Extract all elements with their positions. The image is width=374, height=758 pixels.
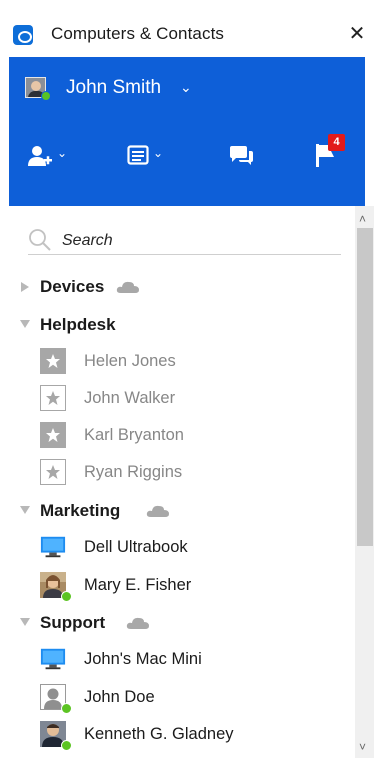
scroll-down-arrow-icon[interactable]: ˅ [359,740,366,754]
group-devices[interactable]: Devices [20,276,220,300]
group-label: Devices [40,277,105,296]
list-item[interactable]: Ryan Riggins [40,459,340,487]
cloud-icon [146,505,169,517]
cloud-icon [126,617,149,629]
collapse-arrow-icon[interactable] [20,618,30,626]
chevron-down-icon: ⌄ [153,146,164,160]
star-filled-icon [40,348,66,374]
scroll-up-arrow-icon[interactable]: ˄ [359,212,366,226]
close-button[interactable]: ✕ [343,18,371,48]
computers-contacts-list: Search Devices Helpdesk Helen Jones John… [9,206,355,758]
item-label: John Doe [84,688,155,706]
star-filled-icon [40,422,66,448]
list-item[interactable]: Mary E. Fisher [40,572,340,602]
group-label: Support [40,613,106,632]
item-label: Karl Bryanton [84,426,184,444]
search-icon [29,229,51,251]
list-view-button[interactable]: ⌄ [121,139,169,169]
chat-button[interactable] [224,139,258,169]
item-label: Mary E. Fisher [84,576,192,594]
item-label: Ryan Riggins [84,463,183,481]
online-status-dot [61,740,72,751]
add-contact-button[interactable]: ⌄ [21,139,77,169]
list-item[interactable]: Kenneth G. Gladney [40,721,340,751]
window-titlebar: Computers & Contacts ✕ [0,0,374,54]
list-item[interactable]: John's Mac Mini [40,646,340,674]
item-label: John's Mac Mini [84,650,202,668]
item-label: Kenneth G. Gladney [84,725,234,743]
online-status-dot [61,591,72,602]
item-label: Helen Jones [84,352,176,370]
computer-monitor-icon [40,536,66,558]
item-label: Dell Ultrabook [84,538,188,556]
chevron-down-icon: ⌄ [57,146,68,160]
scroll-thumb[interactable] [357,228,373,546]
star-outline-icon [40,459,66,485]
list-item[interactable]: Dell Ultrabook [40,534,340,562]
online-status-dot [41,91,51,101]
group-helpdesk[interactable]: Helpdesk [20,314,220,338]
teamviewer-app-icon [13,25,33,45]
group-label: Helpdesk [40,315,116,334]
user-menu-chevron-icon[interactable]: ⌄ [180,79,192,96]
notification-count-badge: 4 [328,134,345,151]
group-label: Marketing [40,501,121,520]
expand-arrow-icon[interactable] [21,282,29,292]
group-support[interactable]: Support [20,612,220,636]
item-label: John Walker [84,389,176,407]
add-contact-icon [28,146,52,166]
cloud-icon [116,281,139,293]
list-item[interactable]: Karl Bryanton [40,422,340,450]
list-item[interactable]: John Doe [40,684,340,714]
search-field[interactable]: Search [28,227,341,255]
computer-monitor-icon [40,648,66,670]
window-title: Computers & Contacts [51,24,225,43]
list-view-icon [127,145,149,165]
list-item[interactable]: John Walker [40,385,340,413]
star-outline-icon [40,385,66,411]
account-header: John Smith ⌄ ⌄ ⌄ [9,57,365,206]
group-marketing[interactable]: Marketing [20,500,220,524]
chat-icon [230,146,253,165]
collapse-arrow-icon[interactable] [20,506,30,514]
list-item[interactable]: Helen Jones [40,348,340,376]
collapse-arrow-icon[interactable] [20,320,30,328]
search-input[interactable]: Search [62,232,113,250]
online-status-dot [61,703,72,714]
vertical-scrollbar[interactable]: ˄ ˅ [355,206,374,758]
user-name[interactable]: John Smith [66,77,161,99]
